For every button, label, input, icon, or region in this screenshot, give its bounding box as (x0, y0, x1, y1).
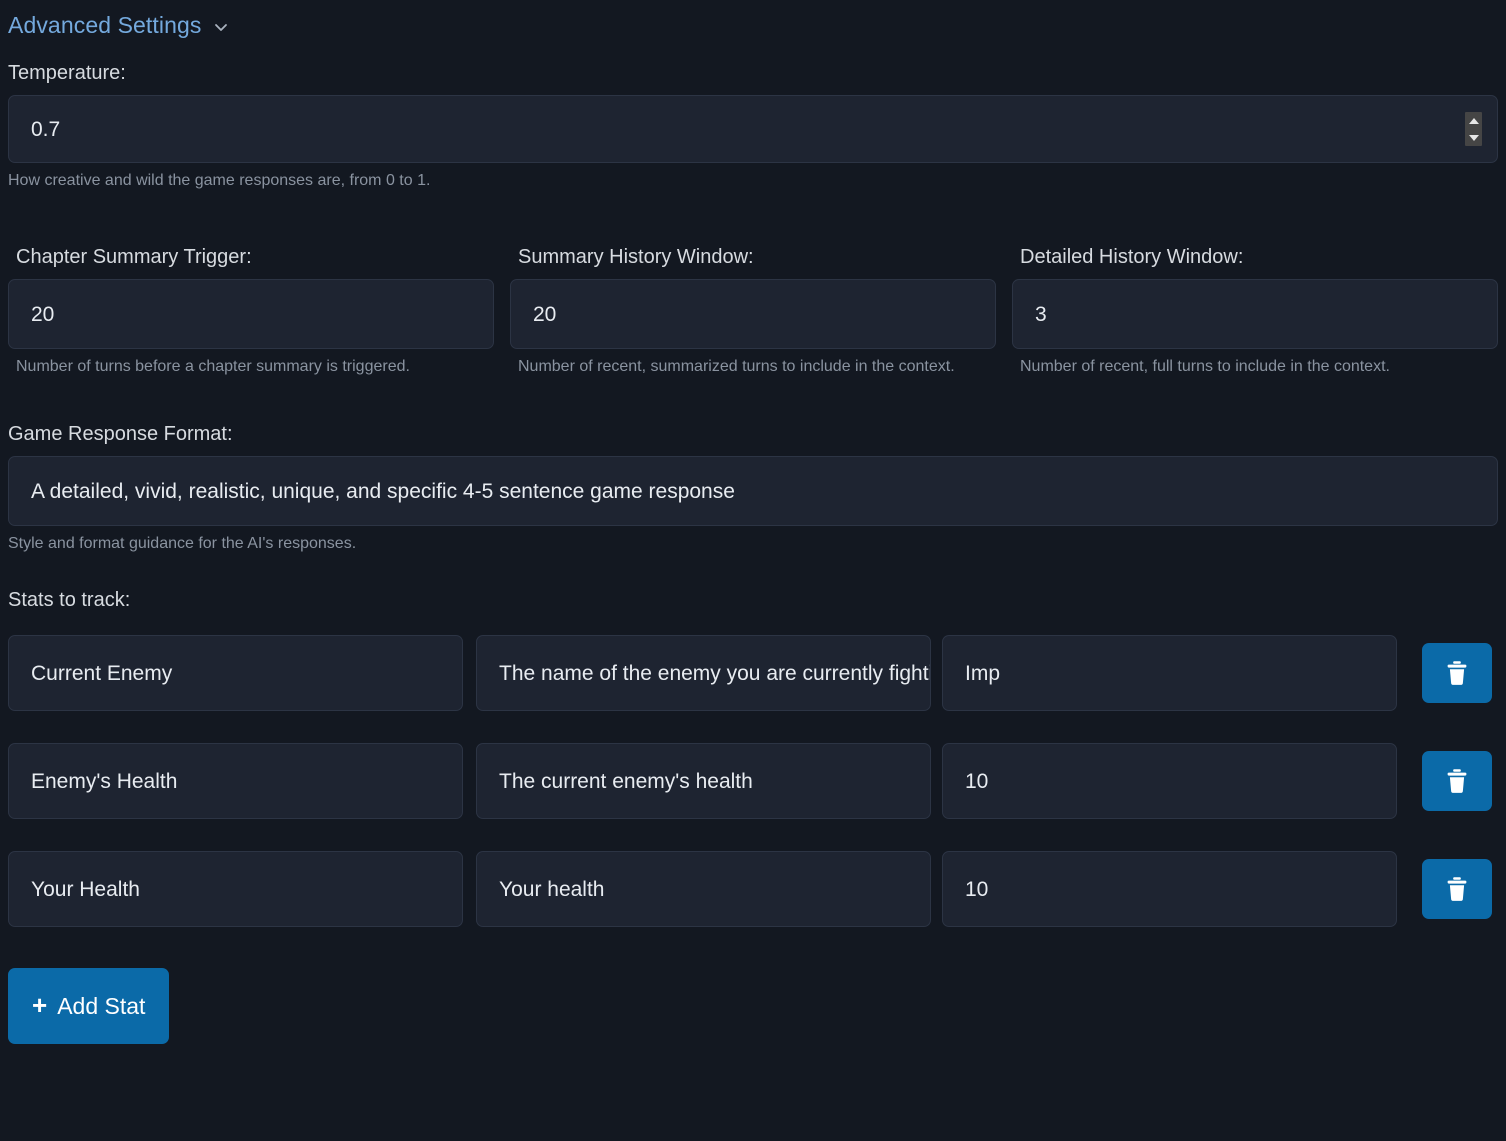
temperature-help-text: How creative and wild the game responses… (0, 170, 1506, 191)
detailed-history-window-label: Detailed History Window: (1012, 244, 1498, 270)
advanced-settings-panel: Advanced Settings Temperature: 0.7 How c… (0, 0, 1506, 1141)
stat-value-input[interactable]: 10 (942, 743, 1397, 819)
stats-to-track-label: Stats to track: (0, 587, 1506, 613)
game-response-format-label: Game Response Format: (0, 421, 1506, 447)
stat-description-input[interactable]: Your health (476, 851, 931, 927)
number-spinner-icon[interactable] (1465, 112, 1482, 146)
stat-description-input[interactable]: The name of the enemy you are currently … (476, 635, 931, 711)
add-stat-button[interactable]: + Add Stat (8, 968, 169, 1044)
delete-stat-button[interactable] (1422, 751, 1492, 811)
spinner-down-arrow-icon[interactable] (1469, 135, 1479, 141)
detailed-history-window-group: Detailed History Window: 3 Number of rec… (1004, 244, 1506, 377)
detailed-history-window-help-text: Number of recent, full turns to include … (1012, 356, 1472, 377)
summary-history-window-input[interactable]: 20 (510, 279, 996, 349)
temperature-input-wrapper: 0.7 (8, 95, 1498, 163)
summary-history-window-help-text: Number of recent, summarized turns to in… (510, 356, 970, 377)
temperature-label: Temperature: (0, 60, 1506, 86)
stats-list: Current Enemy The name of the enemy you … (0, 635, 1506, 927)
chevron-down-icon[interactable] (213, 19, 229, 35)
delete-stat-button[interactable] (1422, 859, 1492, 919)
temperature-field-group: Temperature: 0.7 How creative and wild t… (0, 60, 1506, 191)
stat-value-input[interactable]: 10 (942, 851, 1397, 927)
trash-icon (1445, 660, 1469, 686)
stat-name-input[interactable]: Your Health (8, 851, 463, 927)
game-response-format-help-text: Style and format guidance for the AI's r… (0, 533, 1506, 554)
game-response-format-input[interactable]: A detailed, vivid, realistic, unique, an… (8, 456, 1498, 526)
advanced-settings-title: Advanced Settings (8, 11, 202, 39)
trash-icon (1445, 876, 1469, 902)
summary-history-window-label: Summary History Window: (510, 244, 996, 270)
game-response-format-group: Game Response Format: A detailed, vivid,… (0, 421, 1506, 554)
detailed-history-window-input[interactable]: 3 (1012, 279, 1498, 349)
table-row: Enemy's Health The current enemy's healt… (8, 743, 1498, 819)
table-row: Current Enemy The name of the enemy you … (8, 635, 1498, 711)
add-stat-button-label: Add Stat (57, 993, 145, 1020)
delete-stat-button[interactable] (1422, 643, 1492, 703)
chapter-summary-trigger-input[interactable]: 20 (8, 279, 494, 349)
chapter-summary-trigger-group: Chapter Summary Trigger: 20 Number of tu… (0, 244, 502, 377)
game-response-format-input-wrapper: A detailed, vivid, realistic, unique, an… (8, 456, 1498, 526)
history-settings-row: Chapter Summary Trigger: 20 Number of tu… (0, 244, 1506, 377)
stat-name-input[interactable]: Current Enemy (8, 635, 463, 711)
table-row: Your Health Your health 10 (8, 851, 1498, 927)
plus-icon: + (32, 992, 47, 1018)
spinner-up-arrow-icon[interactable] (1469, 118, 1479, 124)
chapter-summary-trigger-help-text: Number of turns before a chapter summary… (8, 356, 468, 377)
stat-description-input[interactable]: The current enemy's health (476, 743, 931, 819)
trash-icon (1445, 768, 1469, 794)
summary-history-window-group: Summary History Window: 20 Number of rec… (502, 244, 1004, 377)
temperature-input[interactable]: 0.7 (8, 95, 1498, 163)
stat-name-input[interactable]: Enemy's Health (8, 743, 463, 819)
advanced-settings-toggle[interactable]: Advanced Settings (0, 0, 1506, 42)
chapter-summary-trigger-label: Chapter Summary Trigger: (8, 244, 494, 270)
stat-value-input[interactable]: Imp (942, 635, 1397, 711)
